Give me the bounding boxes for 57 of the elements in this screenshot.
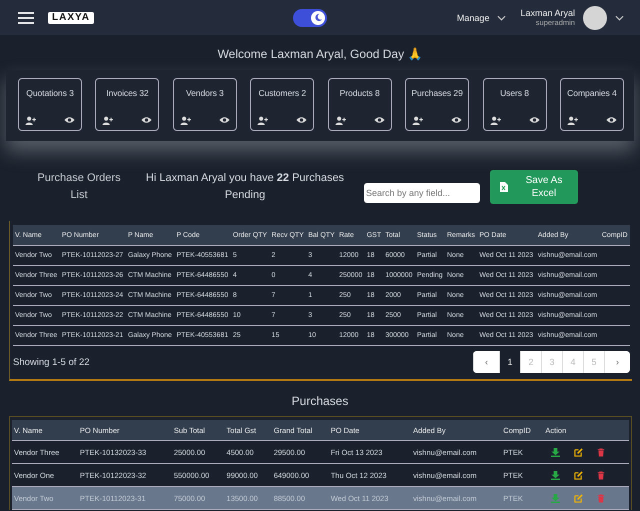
add-user-icon[interactable] xyxy=(566,116,578,125)
add-user-icon[interactable] xyxy=(180,116,191,125)
welcome-message: Welcome Laxman Aryal, Good Day 🙏 xyxy=(216,46,424,63)
card-label: Invoices 32 xyxy=(105,88,150,98)
chevron-down-icon[interactable] xyxy=(614,14,624,20)
view-icon[interactable] xyxy=(64,116,75,125)
download-icon[interactable] xyxy=(551,470,560,480)
page-button[interactable]: 1 xyxy=(499,351,520,373)
view-icon[interactable] xyxy=(296,116,308,125)
stat-card[interactable]: Companies 4 xyxy=(560,78,624,131)
add-user-icon[interactable] xyxy=(102,116,114,125)
stat-card[interactable]: Vendors 3 xyxy=(172,78,237,131)
avatar[interactable] xyxy=(582,6,607,30)
save-as-excel-button[interactable]: Save As Excel xyxy=(490,170,578,204)
card-label: Quotations 3 xyxy=(25,88,75,98)
manage-menu[interactable]: Manage xyxy=(456,12,490,22)
add-user-icon[interactable] xyxy=(490,116,501,125)
card-label: Customers 2 xyxy=(257,88,308,98)
stat-card[interactable]: Quotations 3 xyxy=(18,78,82,131)
add-user-icon[interactable] xyxy=(257,116,268,125)
view-icon[interactable] xyxy=(374,116,385,125)
stat-card[interactable]: Users 8 xyxy=(482,78,547,131)
card-label: Products 8 xyxy=(338,88,381,98)
moon-icon xyxy=(314,13,323,22)
edit-icon[interactable] xyxy=(574,470,584,480)
search-field[interactable]: Search by any field... xyxy=(364,183,480,203)
next-page-button[interactable]: › xyxy=(604,351,630,373)
dark-mode-toggle[interactable] xyxy=(293,8,328,26)
pending-message: Hi Laxman Aryal you have 22 Purchases Pending xyxy=(144,171,346,203)
trash-icon[interactable] xyxy=(597,470,606,480)
stat-card[interactable]: Invoices 32 xyxy=(95,78,160,131)
logo[interactable]: LAXYA xyxy=(48,12,94,24)
view-icon[interactable] xyxy=(141,116,152,125)
download-icon[interactable] xyxy=(551,448,560,456)
trash-icon[interactable] xyxy=(597,448,606,456)
section-title: Purchases xyxy=(290,393,350,410)
card-label: Users 8 xyxy=(499,88,530,98)
view-icon[interactable] xyxy=(451,116,462,125)
menu-icon[interactable] xyxy=(18,12,34,24)
view-icon[interactable] xyxy=(528,116,540,125)
add-user-icon[interactable] xyxy=(412,116,424,125)
showing-count: Showing 1-5 of 22 xyxy=(13,356,90,368)
card-label: Vendors 3 xyxy=(184,88,225,98)
chevron-down-icon[interactable] xyxy=(497,14,506,20)
view-icon[interactable] xyxy=(218,116,230,125)
section-title: Purchase Orders List xyxy=(36,171,122,203)
add-user-icon[interactable] xyxy=(25,116,36,125)
excel-icon xyxy=(500,182,508,192)
view-icon[interactable] xyxy=(606,116,617,125)
edit-icon[interactable] xyxy=(574,448,584,456)
stat-card[interactable]: Purchases 29 xyxy=(405,78,470,131)
user-name: Laxman Aryal xyxy=(520,8,575,18)
stat-card[interactable]: Customers 2 xyxy=(250,78,314,131)
stat-card[interactable]: Products 8 xyxy=(328,78,392,131)
card-label: Purchases 29 xyxy=(410,88,464,98)
card-label: Companies 4 xyxy=(566,88,618,98)
add-user-icon[interactable] xyxy=(334,116,346,125)
